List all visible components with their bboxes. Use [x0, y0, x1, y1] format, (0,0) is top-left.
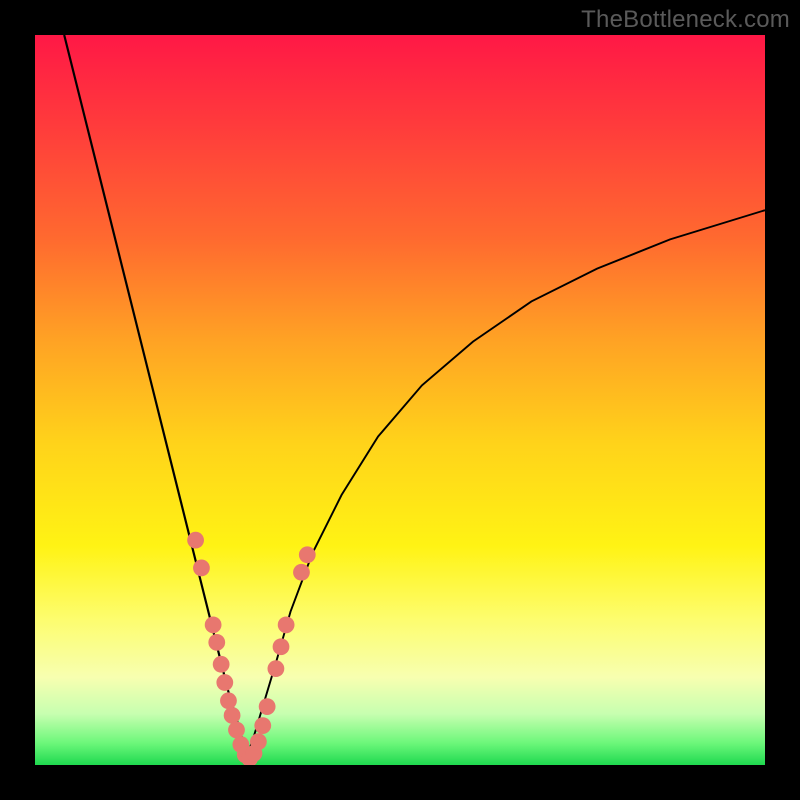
marker-point — [224, 707, 241, 724]
marker-point — [299, 546, 316, 563]
marker-point — [187, 532, 204, 549]
marker-point — [254, 717, 271, 734]
marker-point — [228, 722, 245, 739]
marker-point — [268, 660, 285, 677]
marker-point — [193, 560, 210, 577]
curve-right — [247, 210, 765, 758]
marker-point — [216, 674, 233, 691]
marker-point — [259, 698, 276, 715]
chart-frame: TheBottleneck.com — [0, 0, 800, 800]
marker-point — [208, 634, 225, 651]
plot-area — [35, 35, 765, 765]
marker-point — [273, 638, 290, 655]
marker-point — [293, 564, 310, 581]
marker-group — [187, 532, 315, 765]
curve-svg — [35, 35, 765, 765]
watermark-text: TheBottleneck.com — [581, 6, 790, 34]
marker-point — [205, 616, 222, 633]
marker-point — [278, 616, 295, 633]
marker-point — [213, 656, 230, 673]
marker-point — [220, 692, 237, 709]
marker-point — [250, 733, 267, 750]
